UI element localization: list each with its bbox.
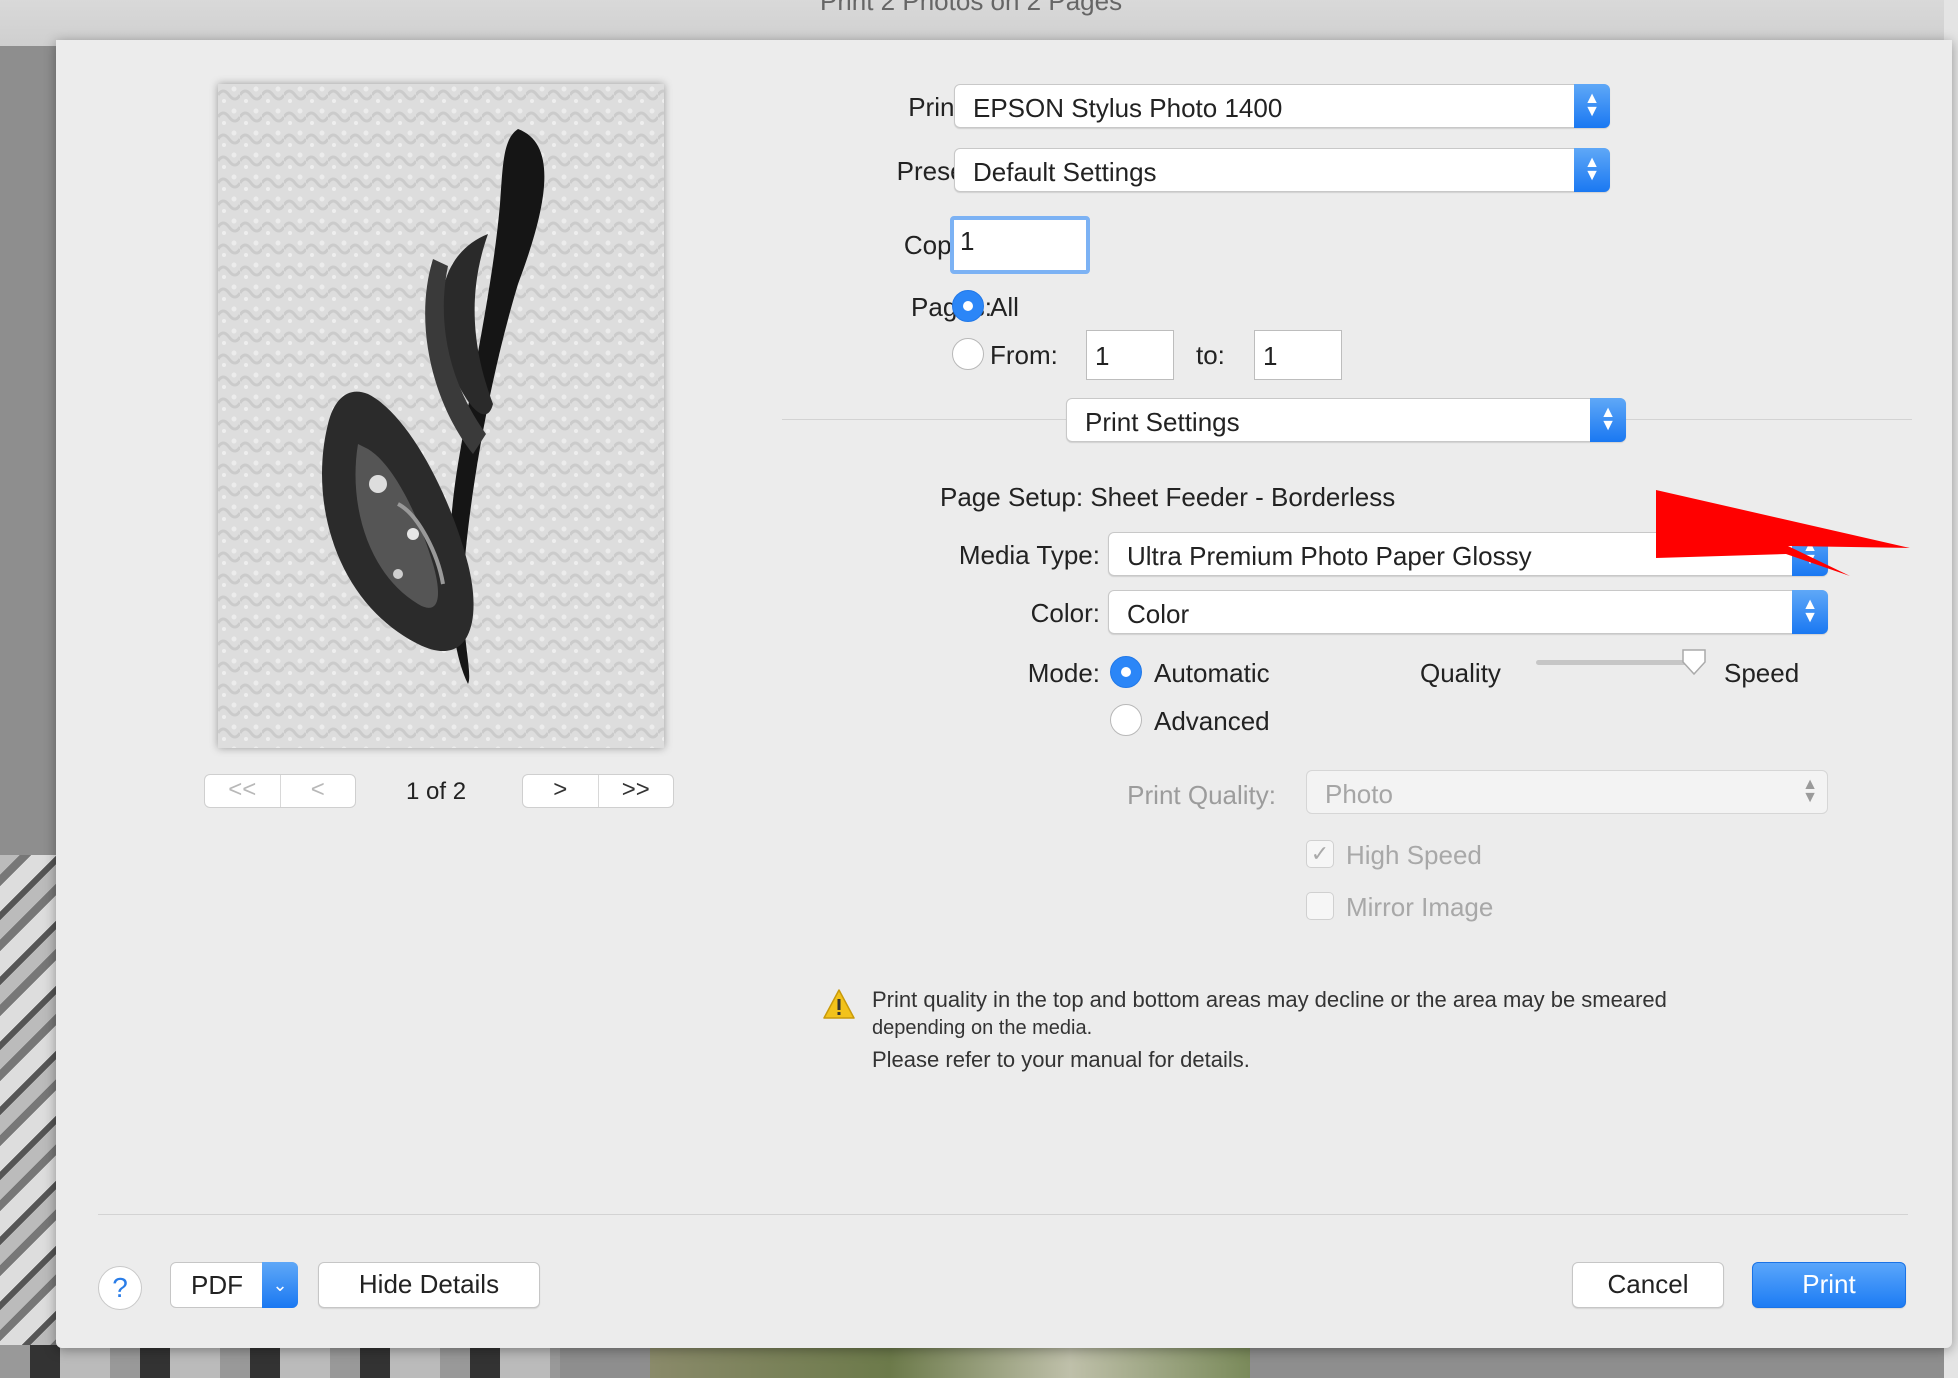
- window-title: Print 2 Photos on 2 Pages: [820, 0, 1123, 16]
- pages-to-label: to:: [1196, 340, 1225, 370]
- pages-all-label: All: [990, 292, 1019, 322]
- pages-all-radio[interactable]: [952, 290, 984, 322]
- media-type-value: Ultra Premium Photo Paper Glossy: [1127, 541, 1532, 571]
- print-button[interactable]: Print: [1752, 1262, 1906, 1308]
- section-popup-value: Print Settings: [1085, 407, 1240, 437]
- high-speed-checkbox[interactable]: ✓: [1306, 840, 1334, 868]
- copies-value: 1: [960, 226, 975, 256]
- updown-chevron-icon: ▲▼: [1802, 776, 1818, 806]
- annotation-arrow-icon: [1656, 490, 1910, 576]
- pages-to-value: 1: [1263, 341, 1278, 371]
- color-popup[interactable]: Color ▲ ▼: [1108, 590, 1828, 634]
- printer-popup[interactable]: EPSON Stylus Photo 1400 ▲ ▼: [954, 84, 1610, 128]
- pages-from-label: From:: [990, 340, 1058, 370]
- updown-chevron-icon: ▲▼: [1574, 84, 1610, 128]
- pages-from-radio[interactable]: [952, 338, 984, 370]
- updown-chevron-icon: ▲▼: [1792, 590, 1828, 634]
- updown-chevron-icon: ▲▼: [1574, 148, 1610, 192]
- pdf-label: PDF: [191, 1270, 243, 1300]
- presets-value: Default Settings: [973, 157, 1157, 187]
- updown-chevron-icon: ▲▼: [1590, 398, 1626, 442]
- pages-from-value: 1: [1095, 341, 1110, 371]
- hide-details-button[interactable]: Hide Details: [318, 1262, 540, 1308]
- mode-automatic-radio[interactable]: [1110, 656, 1142, 688]
- pages-to-field[interactable]: 1: [1254, 330, 1342, 380]
- quality-label: Quality: [1420, 658, 1501, 688]
- media-type-label: Media Type:: [958, 540, 1100, 570]
- pages-from-field[interactable]: 1: [1086, 330, 1174, 380]
- print-preview: [218, 84, 664, 748]
- mode-advanced-label: Advanced: [1154, 706, 1270, 736]
- desktop-photo-left: [0, 855, 56, 1378]
- presets-popup[interactable]: Default Settings ▲ ▼: [954, 148, 1610, 192]
- chevron-down-icon: ⌄: [262, 1262, 298, 1308]
- quality-speed-slider[interactable]: [1536, 660, 1694, 665]
- warning-line-2: depending on the media.: [872, 1017, 1093, 1039]
- slider-knob[interactable]: [1681, 648, 1707, 676]
- print-dialog: << < 1 of 2 > >> Printer: EPSON Stylus P…: [56, 40, 1952, 1348]
- cancel-button[interactable]: Cancel: [1572, 1262, 1724, 1308]
- pdf-button[interactable]: PDF ⌄: [170, 1262, 298, 1308]
- section-popup[interactable]: Print Settings ▲ ▼: [1066, 398, 1626, 442]
- warning-line-3: Please refer to your manual for details.: [872, 1047, 1250, 1072]
- last-page-button[interactable]: >>: [597, 775, 674, 807]
- print-quality-value: Photo: [1325, 779, 1393, 809]
- preview-photo: [218, 84, 664, 748]
- mode-automatic-label: Automatic: [1154, 658, 1270, 688]
- print-quality-label: Print Quality:: [1127, 780, 1276, 810]
- mirror-image-checkbox[interactable]: [1306, 892, 1334, 920]
- help-button[interactable]: ?: [98, 1266, 142, 1310]
- previous-page-button[interactable]: <: [279, 775, 356, 807]
- color-label: Color:: [1030, 598, 1100, 628]
- next-page-button[interactable]: >: [523, 775, 598, 807]
- mirror-image-label: Mirror Image: [1346, 892, 1494, 922]
- page-indicator: 1 of 2: [406, 778, 467, 805]
- warning-line-1: Print quality in the top and bottom area…: [872, 987, 1667, 1012]
- warning-triangle-icon: [823, 989, 855, 1019]
- desktop-photo-bottom-left: [0, 1345, 560, 1378]
- high-speed-label: High Speed: [1346, 840, 1482, 870]
- first-page-button[interactable]: <<: [205, 775, 280, 807]
- printer-value: EPSON Stylus Photo 1400: [973, 93, 1283, 123]
- preview-forward-buttons: > >>: [522, 774, 674, 808]
- color-value: Color: [1127, 599, 1190, 629]
- speed-label: Speed: [1724, 658, 1800, 688]
- print-quality-popup[interactable]: Photo ▲ ▼: [1306, 770, 1828, 814]
- footer-divider: [98, 1214, 1908, 1215]
- mode-advanced-radio[interactable]: [1110, 704, 1142, 736]
- copies-field[interactable]: 1: [950, 216, 1090, 274]
- page-setup-text: Page Setup: Sheet Feeder - Borderless: [940, 482, 1396, 512]
- preview-back-buttons: << <: [204, 774, 356, 808]
- mode-label: Mode:: [1027, 658, 1100, 688]
- desktop-photo-bottom-center: [650, 1345, 1250, 1378]
